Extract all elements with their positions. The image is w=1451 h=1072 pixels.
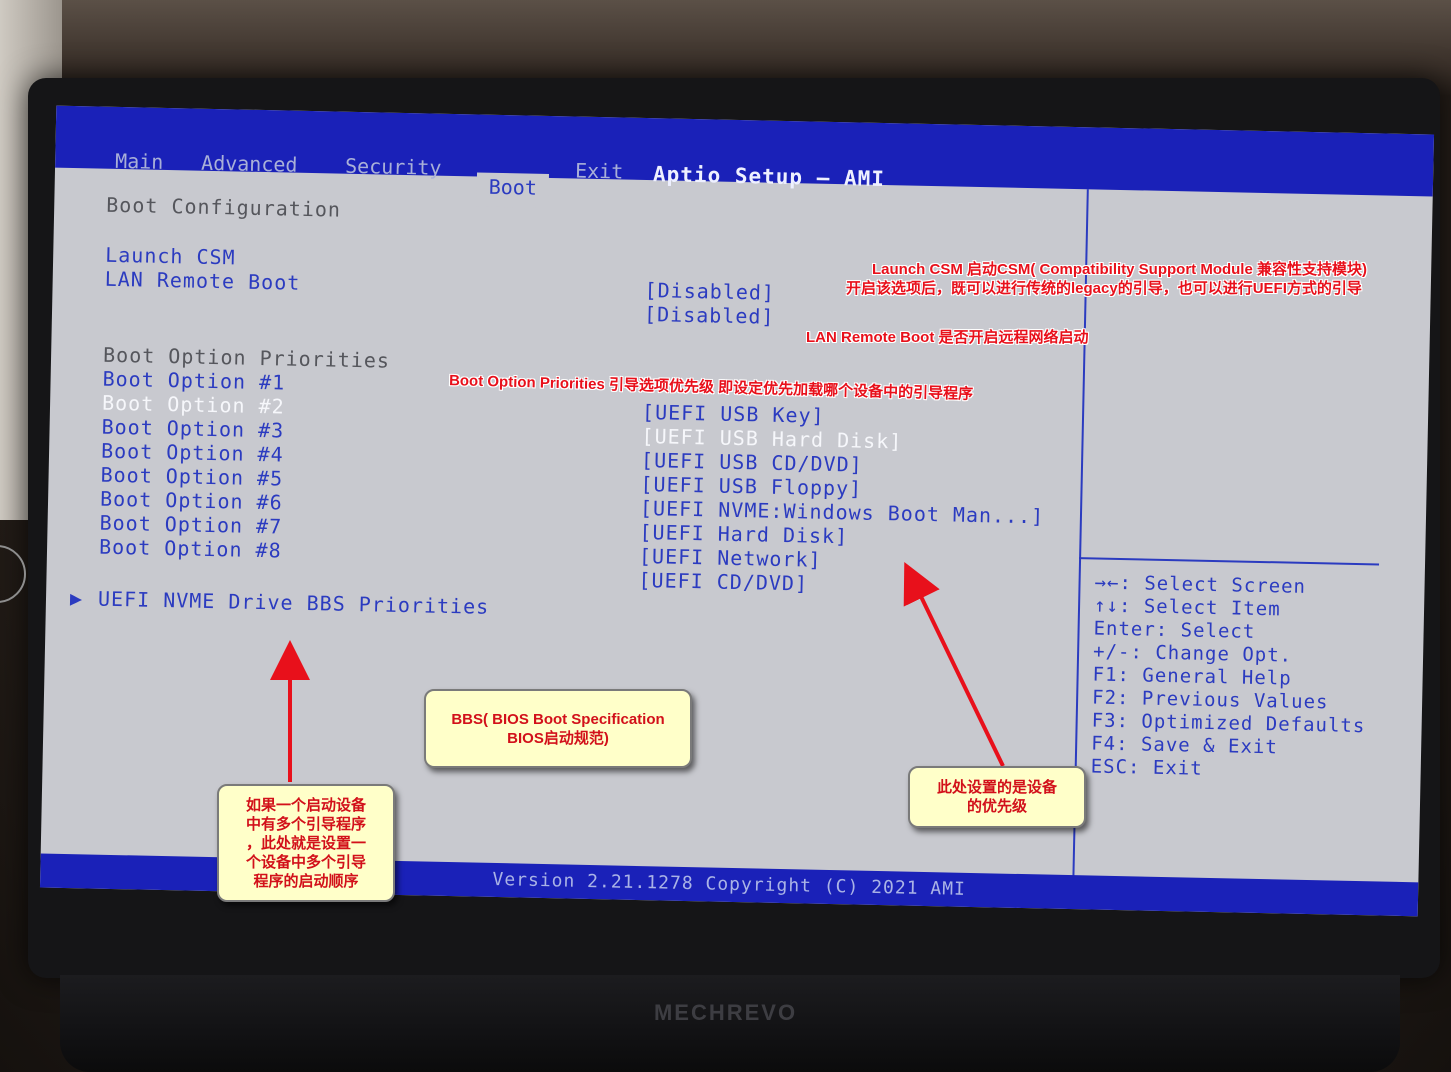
callout-bbs: BBS( BIOS Boot Specification BIOS启动规范) bbox=[424, 689, 692, 768]
annotation-arrows bbox=[270, 561, 1005, 782]
annotation-csm-line2: 开启该选项后，既可以进行传统的legacy的引导，也可以进行UEFI方式的引导 bbox=[846, 280, 1362, 297]
arrow-to-device-list bbox=[903, 561, 1005, 767]
annotation-csm-line1: Launch CSM 启动CSM( Compatibility Support … bbox=[872, 261, 1367, 278]
callout-device-priority: 此处设置的是设备 的优先级 bbox=[908, 766, 1086, 828]
annotation-lan: LAN Remote Boot 是否开启远程网络启动 bbox=[806, 329, 1089, 346]
callout-multi-boot: 如果一个启动设备 中有多个引导程序 ，此处就是设置一 个设备中多个引导 程序的启… bbox=[217, 784, 395, 902]
